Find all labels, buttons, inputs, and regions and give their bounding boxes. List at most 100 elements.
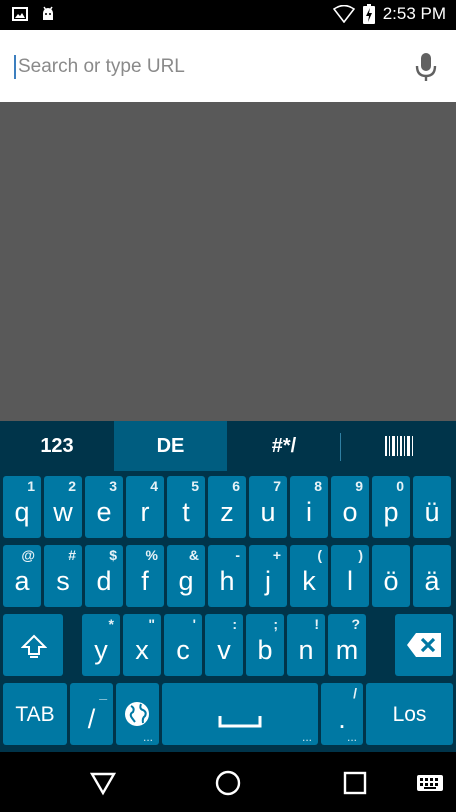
slash-key-label: / <box>87 704 96 734</box>
navigation-bar <box>0 752 456 812</box>
key-label: x <box>135 635 149 665</box>
language-key[interactable]: ... <box>116 683 159 745</box>
key-alt-label: $ <box>109 547 117 563</box>
key-d[interactable]: $ d <box>85 545 123 607</box>
key-a[interactable]: @ a <box>3 545 41 607</box>
key-alt-label: 8 <box>314 478 322 494</box>
key-alt-label: 4 <box>150 478 158 494</box>
key-alt-label: ; <box>273 616 278 632</box>
key-ä[interactable]: ä <box>413 545 451 607</box>
shift-key[interactable] <box>3 614 63 676</box>
barcode-icon <box>384 436 413 456</box>
key-j[interactable]: + j <box>249 545 287 607</box>
back-icon[interactable] <box>88 768 118 798</box>
key-h[interactable]: -h <box>208 545 246 607</box>
key-ü[interactable]: ü <box>413 476 451 538</box>
key-l[interactable]: ) l <box>331 545 369 607</box>
key-alt-label: 9 <box>355 478 363 494</box>
key-y[interactable]: * y <box>82 614 120 676</box>
key-o[interactable]: 9o <box>331 476 369 538</box>
keyboard-tab-bar: 123 DE #*/ <box>0 421 456 471</box>
key-label: c <box>176 635 190 665</box>
key-alt-label: 3 <box>109 478 117 494</box>
key-label: r <box>140 497 150 527</box>
key-label: l <box>347 566 353 596</box>
key-s[interactable]: # s <box>44 545 82 607</box>
status-time: 2:53 PM <box>382 4 446 23</box>
key-x[interactable]: " x <box>123 614 161 676</box>
key-label: b <box>257 635 273 665</box>
tab-label: #*/ <box>271 434 297 457</box>
tab-label: 123 <box>40 434 74 457</box>
tab-symbols[interactable]: #*/ <box>227 421 341 471</box>
globe-icon <box>125 702 149 726</box>
key-c[interactable]: ' c <box>164 614 202 676</box>
key-label: n <box>298 635 314 665</box>
keyboard-switch-icon[interactable] <box>416 768 444 798</box>
key-label: o <box>342 497 358 527</box>
key-f[interactable]: % f <box>126 545 164 607</box>
battery-charging-icon <box>362 4 375 24</box>
period-key[interactable]: / . ... <box>321 683 363 745</box>
key-n[interactable]: ! n <box>287 614 325 676</box>
key-i[interactable]: 8i <box>290 476 328 538</box>
key-label: f <box>141 566 149 596</box>
key-g[interactable]: & g <box>167 545 205 607</box>
android-notification-icon <box>43 6 53 20</box>
key-label: s <box>56 566 70 596</box>
key-alt-label: ? <box>351 616 360 632</box>
key-k[interactable]: (k <box>290 545 328 607</box>
key-e[interactable]: 3e <box>85 476 123 538</box>
key-alt-label: ( <box>317 547 322 563</box>
url-bar <box>0 30 456 103</box>
key-p[interactable]: 0p <box>372 476 410 538</box>
tab-123[interactable]: 123 <box>0 421 114 471</box>
keyboard: 123 DE #*/ 1q2w3e4r5t6z7u8i9o0pü @ a # s $ d%… <box>0 421 456 752</box>
key-label: ä <box>424 566 440 596</box>
key-label: e <box>96 497 112 527</box>
key-u[interactable]: 7u <box>249 476 287 538</box>
key-w[interactable]: 2w <box>44 476 82 538</box>
key-label: k <box>302 566 316 596</box>
slash-key[interactable]: _ / <box>70 683 113 745</box>
key-alt-label: - <box>235 547 240 563</box>
recents-icon[interactable] <box>340 768 370 798</box>
more-dots: ... <box>301 730 312 744</box>
key-label: ö <box>383 566 399 596</box>
key-label: m <box>335 635 359 665</box>
key-t[interactable]: 5t <box>167 476 205 538</box>
key-alt-label: 2 <box>68 478 76 494</box>
key-label: q <box>14 497 30 527</box>
go-key[interactable]: Los <box>366 683 453 745</box>
key-b[interactable]: ; b <box>246 614 284 676</box>
tab-de[interactable]: DE <box>114 421 227 471</box>
key-alt-label: # <box>68 547 76 563</box>
key-z[interactable]: 6z <box>208 476 246 538</box>
tab-key[interactable]: TAB <box>3 683 67 745</box>
go-key-label: Los <box>392 703 427 726</box>
key-alt-label: + <box>272 547 281 563</box>
key-ö[interactable]: ö <box>372 545 410 607</box>
key-alt-label: 0 <box>396 478 404 494</box>
key-alt-label: ' <box>192 616 196 632</box>
key-r[interactable]: 4r <box>126 476 164 538</box>
key-label: p <box>383 497 399 527</box>
key-m[interactable]: ? m <box>328 614 366 676</box>
key-alt-label: 5 <box>191 478 199 494</box>
backspace-key[interactable] <box>395 614 453 676</box>
key-label: w <box>53 497 73 527</box>
key-label: h <box>219 566 235 596</box>
tab-barcode[interactable] <box>341 421 456 471</box>
key-alt-label: 7 <box>273 478 281 494</box>
slash-key-alt: _ <box>99 685 107 701</box>
key-q[interactable]: 1q <box>3 476 41 538</box>
key-label: t <box>182 497 190 527</box>
more-dots: ... <box>346 730 357 744</box>
home-icon[interactable] <box>213 768 243 798</box>
mic-icon[interactable] <box>414 52 438 82</box>
key-label: ü <box>424 497 440 527</box>
space-key[interactable]: ... <box>162 683 318 745</box>
key-label: u <box>260 497 276 527</box>
key-v[interactable]: :v <box>205 614 243 676</box>
search-url-input[interactable] <box>16 48 400 86</box>
